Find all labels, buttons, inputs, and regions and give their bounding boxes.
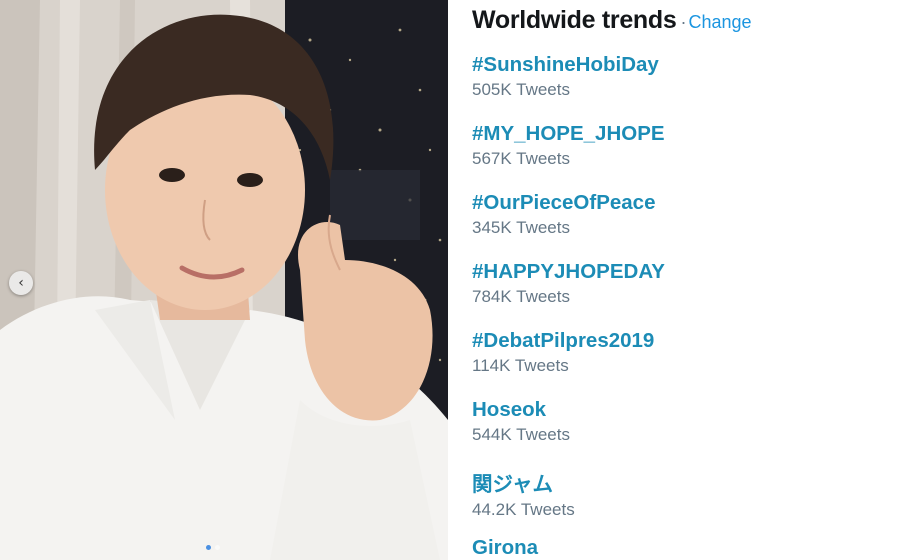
trend-count: 114K Tweets <box>472 356 569 375</box>
trend-item[interactable]: #DebatPilpres2019 114K Tweets <box>472 329 654 376</box>
trend-name[interactable]: Girona <box>472 536 538 560</box>
trend-item[interactable]: #SunshineHobiDay 505K Tweets <box>472 53 659 100</box>
trends-title: Worldwide trends <box>472 6 677 34</box>
trend-count: 505K Tweets <box>472 80 570 99</box>
carousel-dot[interactable] <box>215 545 220 550</box>
trends-header: Worldwide trends · Change <box>472 6 752 35</box>
trend-name[interactable]: #SunshineHobiDay <box>472 53 659 77</box>
trend-name[interactable]: 関ジャム <box>472 467 575 497</box>
trend-item[interactable]: #OurPieceOfPeace 345K Tweets <box>472 191 655 238</box>
trend-count: 345K Tweets <box>472 218 570 237</box>
change-link[interactable]: Change <box>688 12 751 32</box>
carousel-prev-button[interactable]: ‹ <box>9 271 33 295</box>
chevron-left-icon: ‹ <box>18 275 24 291</box>
trend-item[interactable]: #MY_HOPE_JHOPE 567K Tweets <box>472 122 665 169</box>
carousel-dot-active[interactable] <box>206 545 211 550</box>
selfie-photo: ‹ <box>0 0 448 560</box>
trend-count: 544K Tweets <box>472 425 570 444</box>
trend-item[interactable]: 関ジャム 44.2K Tweets <box>472 467 575 520</box>
carousel-page-dots <box>206 545 220 550</box>
trend-name[interactable]: #OurPieceOfPeace <box>472 191 655 215</box>
photo-illustration <box>0 0 448 560</box>
header-separator: · <box>680 12 687 32</box>
trend-name[interactable]: #DebatPilpres2019 <box>472 329 654 353</box>
trend-count: 567K Tweets <box>472 149 570 168</box>
trend-name[interactable]: #HAPPYJHOPEDAY <box>472 260 665 284</box>
trend-item[interactable]: Girona <box>472 536 538 560</box>
trend-item[interactable]: Hoseok 544K Tweets <box>472 398 570 445</box>
trend-item[interactable]: #HAPPYJHOPEDAY 784K Tweets <box>472 260 665 307</box>
trend-name[interactable]: Hoseok <box>472 398 570 422</box>
trends-panel: Worldwide trends · Change #SunshineHobiDay… <box>472 0 892 560</box>
trend-count: 44.2K Tweets <box>472 500 575 519</box>
trend-count: 784K Tweets <box>472 287 570 306</box>
trend-name[interactable]: #MY_HOPE_JHOPE <box>472 122 665 146</box>
